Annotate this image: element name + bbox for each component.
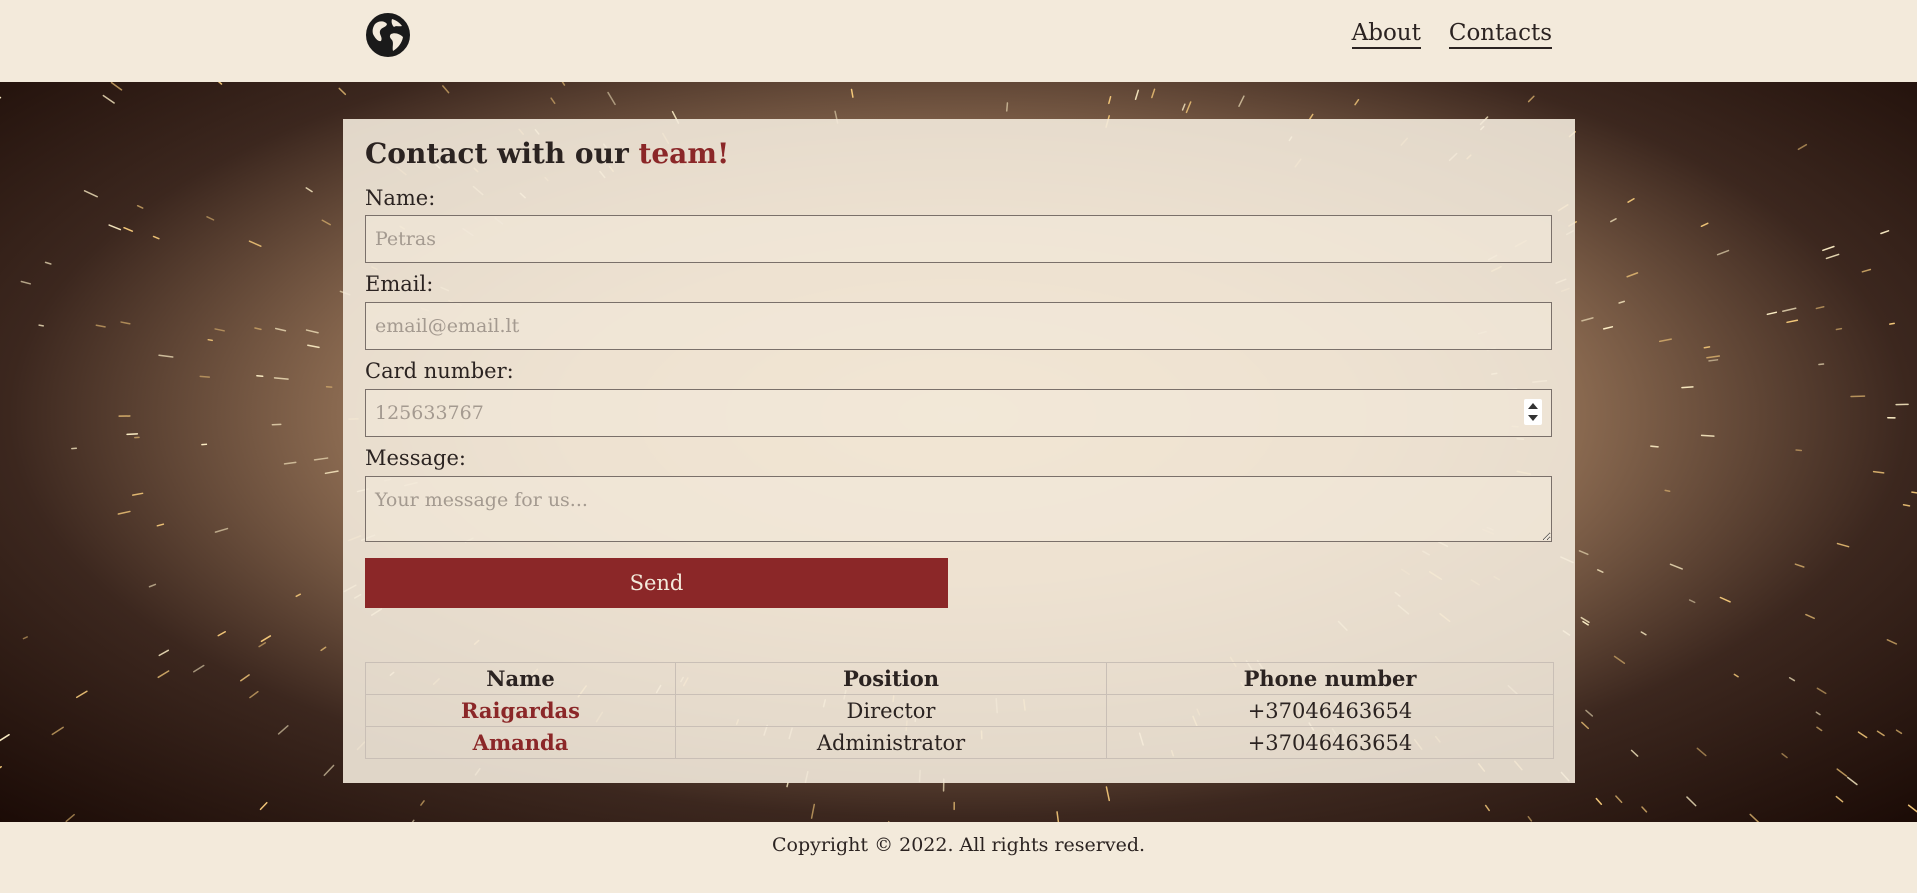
member-phone: +37046463654 — [1106, 694, 1554, 727]
card-number-label: Card number: — [365, 359, 514, 383]
column-header-position: Position — [675, 662, 1107, 695]
hero-background: Contact with our team! Name: Email: Card… — [0, 82, 1917, 822]
card-number-input[interactable] — [365, 389, 1552, 437]
nav-about-link[interactable]: About — [1351, 20, 1421, 49]
name-label: Name: — [365, 186, 436, 210]
member-phone: +37046463654 — [1106, 726, 1554, 759]
column-header-name: Name — [365, 662, 676, 695]
page-title: Contact with our team! — [365, 137, 729, 170]
email-label: Email: — [365, 272, 434, 296]
card-number-stepper[interactable] — [1524, 399, 1542, 425]
name-input[interactable] — [365, 215, 1552, 263]
title-accent: team! — [638, 137, 730, 170]
table-header-row: Name Position Phone number — [365, 662, 1554, 695]
member-name: Amanda — [365, 726, 676, 759]
main-nav: About Contacts — [1351, 20, 1552, 49]
site-header: About Contacts — [0, 0, 1917, 82]
stepper-down-icon[interactable] — [1528, 415, 1538, 421]
contact-card: Contact with our team! Name: Email: Card… — [343, 119, 1575, 783]
send-button[interactable]: Send — [365, 558, 948, 608]
email-input[interactable] — [365, 302, 1552, 350]
member-name: Raigardas — [365, 694, 676, 727]
member-position: Director — [675, 694, 1107, 727]
copyright-text: Copyright © 2022. All rights reserved. — [771, 834, 1146, 856]
title-prefix: Contact with our — [365, 137, 639, 170]
team-table: Name Position Phone number Raigardas Dir… — [365, 662, 1554, 759]
card-number-wrapper — [365, 389, 1552, 437]
message-label: Message: — [365, 446, 466, 470]
message-textarea[interactable] — [365, 476, 1552, 542]
nav-contacts-link[interactable]: Contacts — [1448, 20, 1552, 49]
column-header-phone: Phone number — [1106, 662, 1554, 695]
member-position: Administrator — [675, 726, 1107, 759]
globe-icon[interactable] — [365, 12, 411, 58]
site-footer: Copyright © 2022. All rights reserved. — [0, 822, 1917, 893]
table-row: Amanda Administrator +37046463654 — [365, 726, 1554, 759]
stepper-up-icon[interactable] — [1528, 403, 1538, 409]
table-row: Raigardas Director +37046463654 — [365, 694, 1554, 727]
